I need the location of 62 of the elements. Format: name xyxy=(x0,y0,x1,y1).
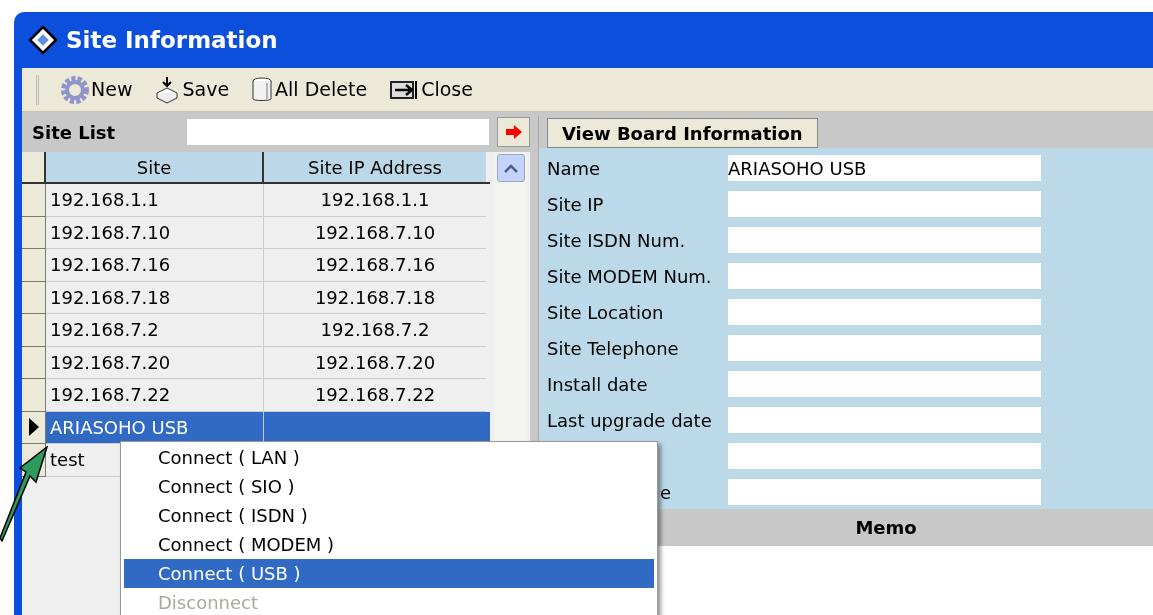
row-pointer-icon xyxy=(28,418,39,437)
gear-icon xyxy=(61,75,89,104)
table-cell: 192.168.7.20 xyxy=(264,346,486,379)
column-header[interactable]: Site IP Address xyxy=(264,152,486,182)
column-header[interactable]: Site xyxy=(46,152,264,182)
arrow-icon xyxy=(505,125,522,139)
text-field[interactable] xyxy=(728,191,1041,217)
text-field[interactable] xyxy=(728,407,1041,433)
table-cell: 192.168.7.22 xyxy=(264,379,486,412)
view-board-button[interactable]: View Board Information xyxy=(547,118,818,148)
text-field[interactable] xyxy=(728,443,1041,469)
table-cell: 192.168.7.10 xyxy=(46,216,264,249)
search-field[interactable] xyxy=(187,119,490,145)
scroll-up-button[interactable] xyxy=(497,154,525,182)
table-cell: 192.168.7.10 xyxy=(264,216,486,249)
field-label: e xyxy=(659,481,672,503)
text-field[interactable]: ARIASOHO USB xyxy=(728,155,1041,181)
table-cell: 192.168.7.18 xyxy=(264,281,486,314)
field-label: Site IP xyxy=(547,193,604,215)
chevron-up-icon xyxy=(504,163,518,173)
field-label: Site ISDN Num. xyxy=(547,229,686,251)
table-row[interactable]: 192.168.7.18 192.168.7.18 xyxy=(22,281,490,314)
table-cell: 192.168.7.22 xyxy=(46,379,264,412)
cylinder-icon xyxy=(251,75,274,104)
table-cell: 192.168.7.2 xyxy=(46,314,264,347)
toolbar-button[interactable]: Close xyxy=(389,75,473,104)
text-field[interactable] xyxy=(728,335,1041,361)
field-label: Install date xyxy=(547,373,648,395)
table-row[interactable]: 192.168.1.1 192.168.1.1 xyxy=(22,184,490,217)
table-row[interactable]: 192.168.7.20 192.168.7.20 xyxy=(22,346,490,379)
field-label: Name xyxy=(547,157,601,179)
table-row[interactable]: 192.168.7.10 192.168.7.10 xyxy=(22,216,490,249)
text-field[interactable] xyxy=(728,479,1041,505)
table-cell: 192.168.7.16 xyxy=(264,249,486,282)
table-cell: 192.168.7.16 xyxy=(46,249,264,282)
toolbar-button[interactable]: Save xyxy=(154,75,230,104)
table-cell: 192.168.1.1 xyxy=(264,184,486,217)
panel-title: Site List xyxy=(32,120,117,145)
table-cell: 192.168.7.18 xyxy=(46,281,264,314)
table-cell: 192.168.1.1 xyxy=(46,184,264,217)
field-label: Site Telephone xyxy=(547,337,679,359)
table-row[interactable]: 192.168.7.16 192.168.7.16 xyxy=(22,249,490,282)
row-header[interactable] xyxy=(22,411,46,444)
toolbar-button[interactable]: New xyxy=(61,75,133,104)
table-cell: 192.168.7.20 xyxy=(46,346,264,379)
app-icon xyxy=(28,25,58,55)
go-button[interactable] xyxy=(497,117,530,147)
toolbar-button[interactable]: All Delete xyxy=(251,75,368,104)
field-label: Site MODEM Num. xyxy=(547,265,712,287)
field-label: Site Location xyxy=(547,301,664,323)
table-row[interactable]: 192.168.7.2 192.168.7.2 xyxy=(22,314,490,347)
text-field[interactable] xyxy=(728,299,1041,325)
exit-icon xyxy=(389,78,420,101)
text-field[interactable] xyxy=(728,263,1041,289)
window-title: Site Information xyxy=(66,25,278,55)
table-cell: 192.168.7.2 xyxy=(264,314,486,347)
field-label: Last upgrade date xyxy=(547,409,712,431)
text-field[interactable] xyxy=(728,371,1041,397)
table-row[interactable]: 192.168.7.22 192.168.7.22 xyxy=(22,379,490,412)
box-icon xyxy=(154,75,181,104)
text-field[interactable] xyxy=(728,227,1041,253)
menu-item[interactable]: Connect ( USB ) xyxy=(124,559,654,588)
